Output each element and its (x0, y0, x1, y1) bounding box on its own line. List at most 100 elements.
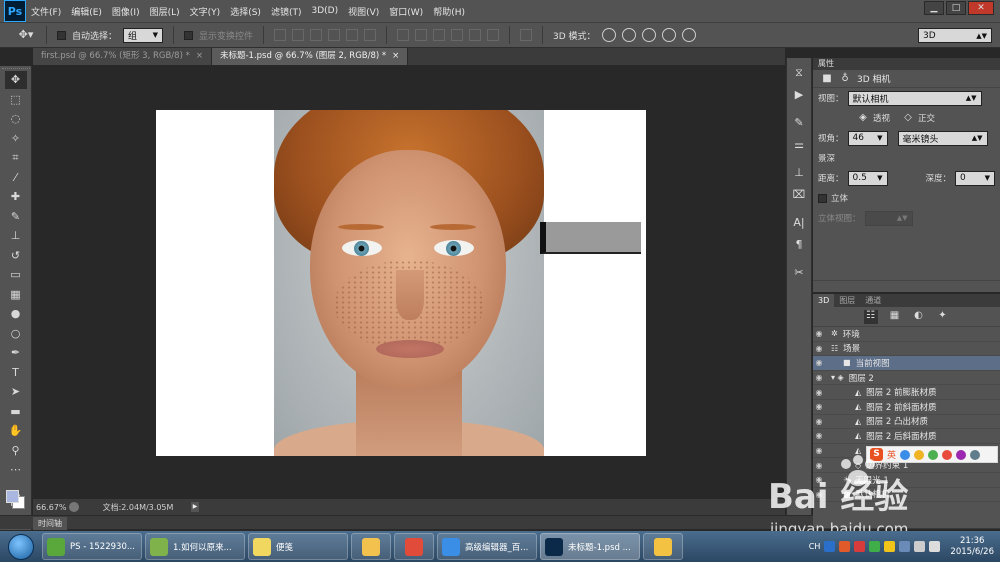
align-right-icon[interactable] (364, 29, 377, 41)
visibility-eye-icon[interactable]: ◉ (813, 417, 825, 426)
scene-row[interactable]: ◉ ✲ 环境 (813, 327, 1000, 342)
start-button[interactable] (8, 533, 34, 560)
clock[interactable]: 21:36 2015/6/26 (950, 536, 994, 558)
auto-align-icon[interactable] (520, 29, 533, 41)
fov-input[interactable]: 46 ▼ (847, 130, 888, 146)
show-hidden-icons-icon[interactable] (899, 541, 911, 552)
distribute-left-icon[interactable] (451, 29, 464, 41)
3d-video-camera-icon[interactable] (681, 28, 696, 42)
gradient-tool-icon[interactable]: ▦ (5, 286, 27, 304)
stereo-checkbox[interactable] (818, 193, 827, 203)
menu-layer[interactable]: 图层(L) (145, 5, 185, 18)
marquee-tool-icon[interactable]: ⬚ (5, 91, 27, 109)
crop-tool-icon[interactable]: ⌗ (5, 149, 27, 167)
type-tool-icon[interactable]: T (5, 364, 27, 382)
menu-3d[interactable]: 3D(D) (306, 6, 343, 16)
align-center-icon[interactable] (346, 29, 359, 41)
help-icon[interactable] (824, 541, 836, 552)
ime-tray-icon[interactable] (839, 541, 851, 552)
healing-brush-tool-icon[interactable]: ✚ (5, 188, 27, 206)
scene-row[interactable]: ◉ ◭ 图层 2 凸出材质 (813, 415, 1000, 430)
stamp-tool-icon[interactable]: ⊥ (5, 227, 27, 245)
clone-source-icon[interactable]: ⊥ (790, 164, 808, 182)
eyedropper-tool-icon[interactable]: ⁄ (5, 169, 27, 187)
taskbar-button[interactable]: 高级编辑器_百... (437, 533, 537, 560)
tab-channels[interactable]: 通道 (860, 294, 886, 307)
tab-close-icon[interactable]: × (392, 48, 399, 65)
scene-row[interactable]: ◉ ☷ 场景 (813, 342, 1000, 357)
scene-row[interactable]: ◉ ▾ ◈ 图层 2 (813, 371, 1000, 386)
taskbar-button[interactable]: 便笺 (248, 533, 348, 560)
filter-scene-icon[interactable]: ☷ (863, 309, 878, 324)
network-icon[interactable] (914, 541, 926, 552)
move-tool-icon[interactable]: ✥ (4, 71, 27, 90)
view-dropdown[interactable]: 默认相机 ▲▼ (847, 90, 982, 106)
zoom-level[interactable]: 66.67% (33, 503, 69, 512)
skin-icon[interactable] (956, 449, 967, 460)
taskbar-button[interactable] (643, 533, 683, 560)
3d-roll-icon[interactable] (621, 28, 636, 42)
volume-icon[interactable] (929, 541, 941, 552)
filter-lights-icon[interactable]: ✦ (936, 310, 950, 324)
orthographic-label[interactable]: 正交 (918, 112, 935, 124)
tools-icon[interactable] (970, 449, 981, 460)
character-icon[interactable]: A| (790, 214, 808, 232)
filter-meshes-icon[interactable]: ▦ (888, 310, 902, 324)
path-selection-tool-icon[interactable]: ➤ (5, 383, 27, 401)
visibility-eye-icon[interactable]: ◉ (813, 329, 825, 338)
tray-app-icon[interactable] (869, 541, 881, 552)
adjustments-icon[interactable]: ⚌ (790, 136, 808, 154)
tool-presets-icon[interactable]: ⌧ (790, 186, 808, 204)
visibility-eye-icon[interactable]: ◉ (813, 402, 825, 411)
foreground-color-swatch[interactable] (5, 489, 19, 503)
menu-image[interactable]: 图像(I) (107, 5, 145, 18)
scene-row[interactable]: ◉ ■ 当前视图 (813, 356, 1000, 371)
distribute-bottom-icon[interactable] (433, 29, 446, 41)
tray-app-icon[interactable] (884, 541, 896, 552)
zoom-tool-icon[interactable]: ⚲ (5, 442, 27, 460)
antivirus-icon[interactable] (854, 541, 866, 552)
3d-slide-icon[interactable] (661, 28, 676, 42)
menu-type[interactable]: 文字(Y) (185, 5, 226, 18)
taskbar-button[interactable] (351, 533, 391, 560)
brush-tool-icon[interactable]: ✎ (5, 208, 27, 226)
scene-row[interactable]: ◉ ◭ 图层 2 后斜面材质 (813, 429, 1000, 444)
brush-presets-icon[interactable]: ✎ (790, 114, 808, 132)
3d-pan-icon[interactable] (641, 28, 656, 42)
visibility-eye-icon[interactable]: ◉ (813, 431, 825, 440)
auto-select-dropdown[interactable]: 组 ▼ (123, 27, 164, 43)
depth-input[interactable]: 0 ▼ (955, 170, 996, 186)
orthographic-icon[interactable]: ◇ (902, 112, 914, 124)
dodge-tool-icon[interactable]: ○ (5, 325, 27, 343)
lasso-tool-icon[interactable]: ◌ (5, 110, 27, 128)
hand-tool-icon[interactable]: ✋ (5, 422, 27, 440)
taskbar-button[interactable]: 未标题-1.psd ... (540, 533, 640, 560)
filter-materials-icon[interactable]: ◐ (912, 310, 926, 324)
perspective-label[interactable]: 透视 (873, 112, 890, 124)
status-menu-arrow[interactable]: ▶ (191, 502, 199, 512)
visibility-eye-icon[interactable]: ◉ (813, 388, 825, 397)
tab-close-icon[interactable]: × (196, 48, 203, 65)
panel-grip[interactable] (1, 68, 30, 70)
timeline-tab[interactable]: 时间轴 (33, 517, 67, 530)
menu-select[interactable]: 选择(S) (225, 5, 266, 18)
align-top-icon[interactable] (274, 29, 287, 41)
visibility-eye-icon[interactable]: ◉ (813, 373, 825, 382)
distance-input[interactable]: 0.5 ▼ (847, 170, 888, 186)
workspace-dropdown[interactable]: 3D ▲▼ (918, 28, 992, 43)
taskbar-button[interactable] (394, 533, 434, 560)
blur-tool-icon[interactable]: ● (5, 305, 27, 323)
eraser-tool-icon[interactable]: ▭ (5, 266, 27, 284)
align-middle-icon[interactable] (292, 29, 305, 41)
menu-help[interactable]: 帮助(H) (428, 5, 470, 18)
menu-view[interactable]: 视图(V) (343, 5, 384, 18)
status-options-icon[interactable] (69, 502, 79, 512)
visibility-eye-icon[interactable]: ◉ (813, 344, 825, 353)
taskbar-button[interactable]: PS - 1522930... (42, 533, 142, 560)
close-button[interactable]: ✕ (968, 1, 994, 15)
paragraph-icon[interactable]: ¶ (790, 236, 808, 254)
scene-row[interactable]: ◉ ◭ 图层 2 前膨胀材质 (813, 385, 1000, 400)
distribute-right-icon[interactable] (487, 29, 500, 41)
align-left-icon[interactable] (328, 29, 341, 41)
distribute-middle-icon[interactable] (415, 29, 428, 41)
